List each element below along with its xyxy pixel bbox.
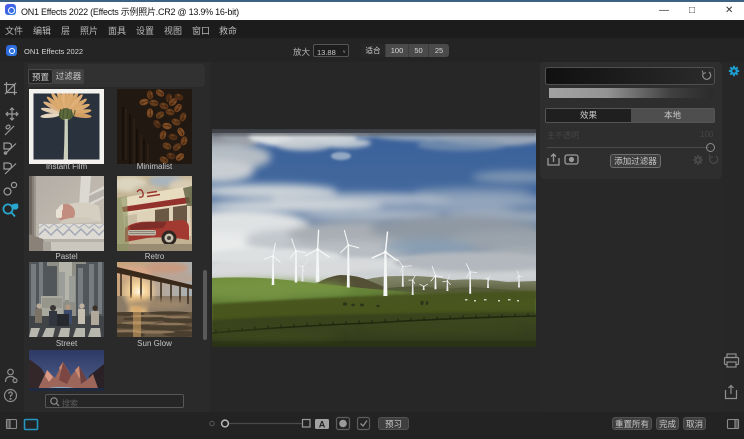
- svg-text:A: A: [319, 420, 326, 430]
